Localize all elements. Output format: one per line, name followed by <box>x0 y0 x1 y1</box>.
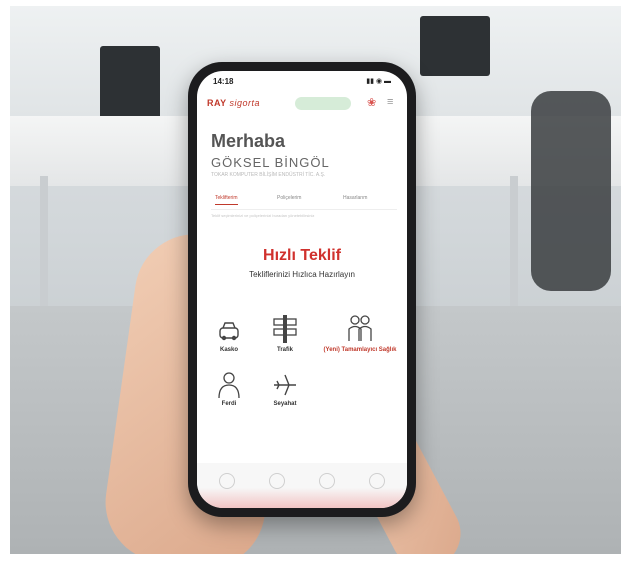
company-name: TOKAR KOMPUTER BİLİŞİM ENDÜSTRİ TİC. A.Ş… <box>211 172 326 178</box>
menu-icon[interactable]: ≡ <box>387 96 393 108</box>
logo-tail: sigorta <box>229 98 261 108</box>
quick-quote-tagline: Tekliflerinizi Hızlıca Hazırlayın <box>249 270 355 279</box>
user-name: GÖKSEL BİNGÖL <box>211 155 330 170</box>
category-trafik[interactable]: Trafik <box>257 313 313 353</box>
tab-bar: Teklifterim Poliçelerim Hasarlarım <box>211 195 397 210</box>
person-icon <box>218 372 240 399</box>
tab-description: Teklif seçimlerinizi ve poliçelerinizi b… <box>211 213 315 218</box>
bottom-nav <box>197 463 407 508</box>
traffic-sign-icon <box>273 315 297 343</box>
category-label: Seyahat <box>273 401 297 407</box>
logo-text: RAY <box>207 98 227 108</box>
quick-quote-title: Hızlı Teklif <box>263 247 341 264</box>
nav-offers-icon[interactable] <box>269 473 285 489</box>
smartphone: 14:18 ▮▮ ◉ ▬ RAY sigorta ❀ ≡ Merhaba GÖK… <box>188 62 416 517</box>
nav-home-icon[interactable] <box>219 473 235 489</box>
tab-claims[interactable]: Hasarlarım <box>343 195 367 201</box>
nav-policies-icon[interactable] <box>319 473 335 489</box>
greeting: Merhaba <box>211 131 286 151</box>
car-icon <box>219 322 239 341</box>
office-background-photo: 14:18 ▮▮ ◉ ▬ RAY sigorta ❀ ≡ Merhaba GÖK… <box>10 6 621 554</box>
app-logo: RAY sigorta <box>207 98 260 108</box>
office-chair <box>531 91 611 291</box>
category-kasko[interactable]: Kasko <box>201 319 257 353</box>
airplane-icon <box>274 374 296 396</box>
category-seyahat[interactable]: Seyahat <box>257 371 313 407</box>
category-label: Ferdi <box>221 401 237 407</box>
category-label: (Yeni) Tamamlayıcı Sağlık <box>323 347 397 353</box>
status-time: 14:18 <box>213 77 234 86</box>
category-label: Kasko <box>219 347 238 353</box>
category-label: Trafik <box>276 347 293 353</box>
background-monitor <box>100 46 160 121</box>
background-monitor <box>420 16 490 76</box>
status-icons: ▮▮ ◉ ▬ <box>366 78 391 85</box>
category-ferdi[interactable]: Ferdi <box>201 371 257 407</box>
category-health[interactable]: (Yeni) Tamamlayıcı Sağlık <box>323 313 397 353</box>
gift-icon[interactable]: ❀ <box>367 96 376 109</box>
family-icon <box>348 315 372 341</box>
app-bar: RAY sigorta ❀ ≡ <box>197 93 407 117</box>
nav-profile-icon[interactable] <box>369 473 385 489</box>
status-pill[interactable] <box>295 97 351 110</box>
tab-offers[interactable]: Teklifterim <box>215 195 238 205</box>
phone-screen: 14:18 ▮▮ ◉ ▬ RAY sigorta ❀ ≡ Merhaba GÖK… <box>197 71 407 508</box>
tab-policies[interactable]: Poliçelerim <box>277 195 301 201</box>
